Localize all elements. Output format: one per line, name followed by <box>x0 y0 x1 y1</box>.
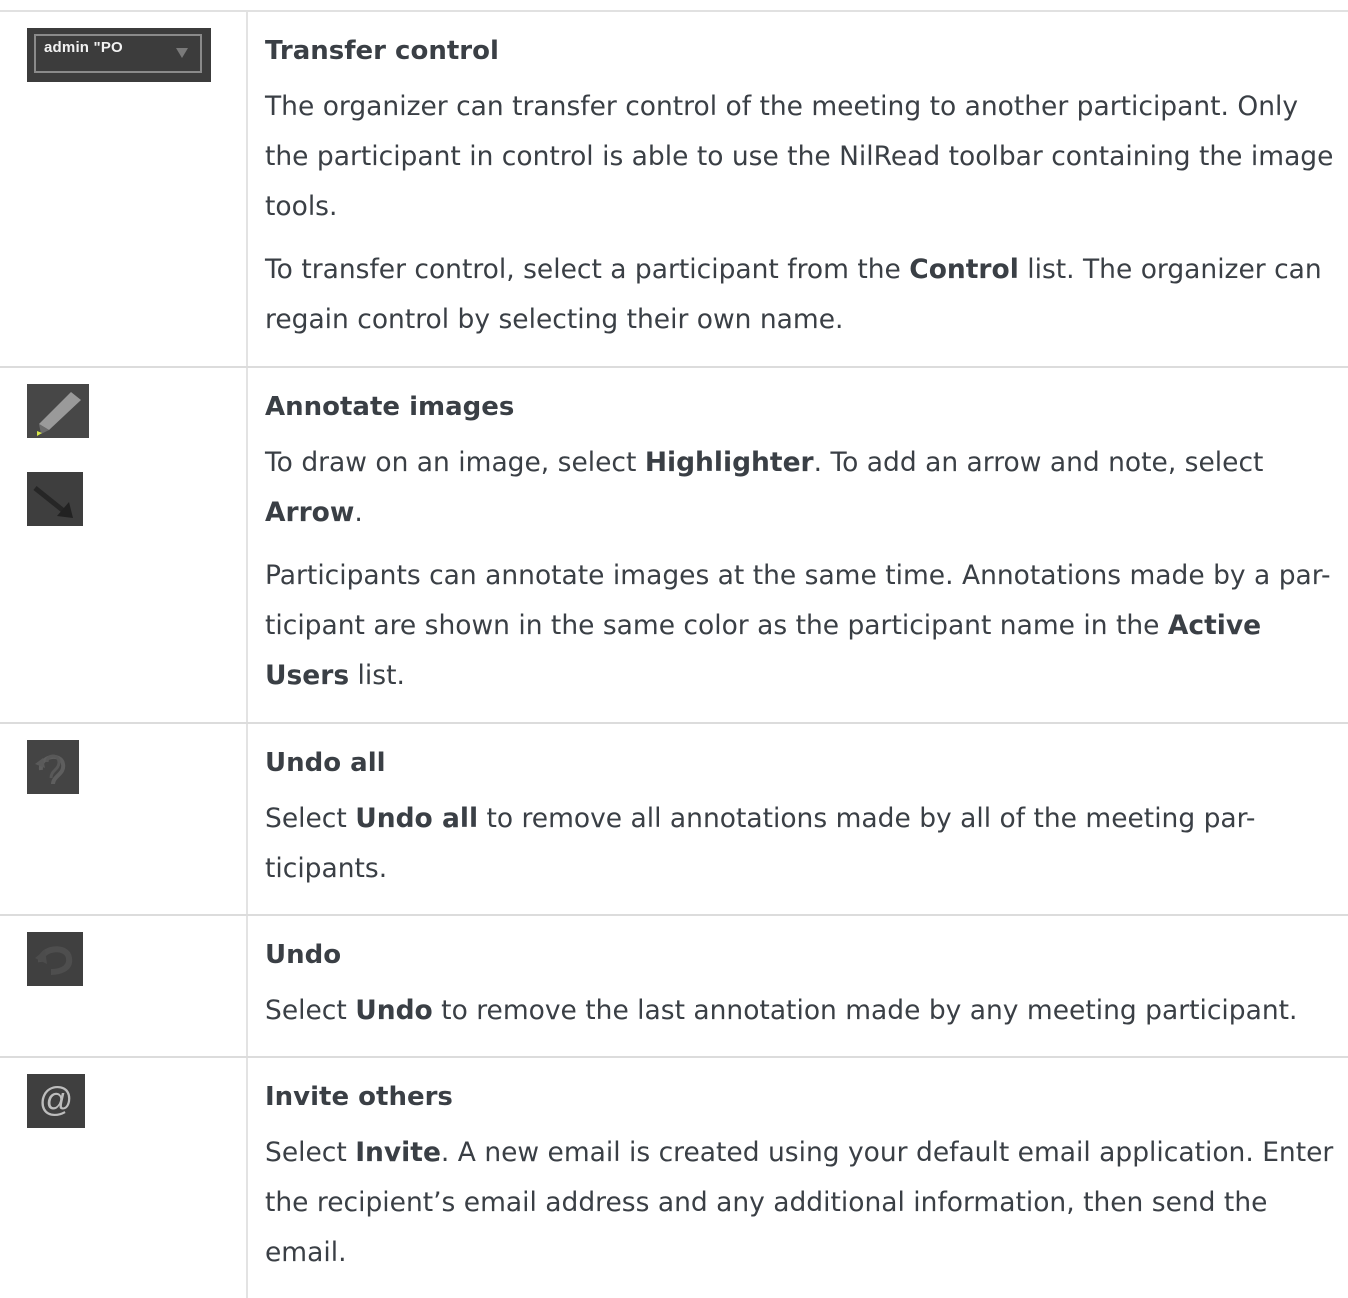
bold-term: Highlighter <box>644 447 814 478</box>
table-row-transfer-control: admin "PO Transfer control The organizer… <box>0 12 1348 368</box>
paragraph: To draw on an image, select Highlighter.… <box>265 447 1264 528</box>
section-heading: Undo <box>265 940 342 970</box>
arrow-icon <box>27 472 83 526</box>
bold-term: Active Users <box>265 610 1262 691</box>
undo-icon <box>27 932 83 986</box>
invite-at-icon: @ <box>27 1074 85 1128</box>
paragraph: Participants can annotate images at the … <box>265 560 1331 691</box>
table-row-undo: Undo Select Undo to remove the last anno… <box>0 916 1348 1058</box>
feature-table: admin "PO Transfer control The organizer… <box>0 10 1348 1298</box>
bold-term: Arrow <box>265 497 355 528</box>
paragraph: To transfer control, select a participan… <box>265 254 1322 335</box>
paragraph: Select Undo to remove the last annotatio… <box>265 995 1298 1026</box>
chevron-down-icon <box>176 48 188 58</box>
dropdown-label: admin "PO <box>44 39 123 56</box>
paragraph: Select Undo all to remove all annotation… <box>265 803 1256 884</box>
icon-cell <box>0 368 248 722</box>
icon-cell <box>0 724 248 914</box>
section-heading: Annotate images <box>265 392 515 422</box>
bold-term: Undo <box>355 995 433 1026</box>
description-cell: Annotate images To draw on an image, sel… <box>248 368 1348 722</box>
bold-term: Undo all <box>355 803 479 834</box>
undo-all-icon <box>27 740 79 794</box>
svg-text:@: @ <box>39 1081 74 1119</box>
icon-cell: @ <box>0 1058 248 1298</box>
description-cell: Invite others Select Invite. A new email… <box>248 1058 1348 1298</box>
table-row-undo-all: Undo all Select Undo all to remove all a… <box>0 724 1348 916</box>
section-heading: Undo all <box>265 748 386 778</box>
paragraph: Select Invite. A new email is created us… <box>265 1137 1334 1268</box>
control-dropdown-icon: admin "PO <box>27 28 211 82</box>
table-row-annotate-images: Annotate images To draw on an image, sel… <box>0 368 1348 724</box>
section-heading: Transfer control <box>265 36 499 66</box>
description-cell: Transfer control The organizer can trans… <box>248 12 1348 366</box>
description-cell: Undo Select Undo to remove the last anno… <box>248 916 1348 1056</box>
section-heading: Invite others <box>265 1082 453 1112</box>
icon-cell: admin "PO <box>0 12 248 366</box>
bold-term: Invite <box>355 1137 441 1168</box>
description-cell: Undo all Select Undo all to remove all a… <box>248 724 1348 914</box>
table-row-invite-others: @ Invite others Select Invite. A new ema… <box>0 1058 1348 1298</box>
highlighter-icon <box>27 384 89 438</box>
icon-cell <box>0 916 248 1056</box>
bold-term: Control <box>909 254 1019 285</box>
paragraph: The organizer can transfer control of th… <box>265 91 1334 222</box>
